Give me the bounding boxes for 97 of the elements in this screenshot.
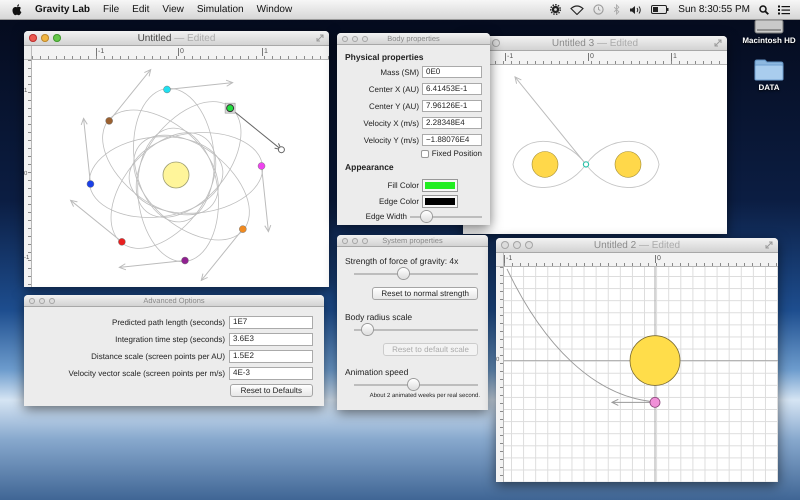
field-label: Edge Color (378, 197, 419, 206)
edited-status: — Edited (638, 240, 680, 250)
zoom-button[interactable] (362, 36, 368, 42)
clock-icon[interactable] (593, 4, 604, 15)
search-icon[interactable] (759, 4, 769, 14)
setting-label: Animation speed (345, 367, 410, 377)
close-button[interactable] (501, 241, 509, 249)
text-field[interactable]: 6.41453E-1 (422, 83, 482, 95)
section-heading: Appearance (345, 162, 395, 172)
field-label: Velocity Y (m/s) (362, 136, 419, 144)
bluetooth-icon[interactable] (613, 4, 620, 15)
field-label: Predicted path length (seconds) (111, 318, 225, 327)
menu-item[interactable]: File (103, 4, 120, 15)
text-field[interactable]: 1.5E2 (229, 350, 313, 363)
setting-label: Strength of force of gravity: 4x (345, 256, 460, 266)
text-field[interactable]: 3.6E3 (229, 333, 313, 346)
hard-drive-icon[interactable] (754, 20, 784, 34)
field-label: Mass (SM) (379, 68, 419, 76)
reset-button[interactable]: Reset to Defaults (230, 384, 313, 397)
planet-dot[interactable] (118, 238, 126, 246)
checkbox[interactable] (420, 150, 429, 158)
planet-dot[interactable] (86, 180, 94, 188)
zoom-button[interactable] (49, 298, 55, 304)
planet-dot[interactable] (239, 225, 247, 233)
text-field[interactable]: 4E-3 (229, 367, 313, 380)
speaker-icon[interactable] (629, 4, 642, 14)
reset-button[interactable]: Reset to normal strength (372, 287, 478, 300)
color-well[interactable] (422, 179, 458, 192)
text-field[interactable]: 1E7 (229, 316, 313, 329)
sun[interactable] (614, 151, 642, 178)
minimize-button[interactable] (41, 34, 49, 42)
close-button[interactable] (29, 298, 35, 304)
field-label: Velocity vector scale (screen points per m/s) (67, 369, 225, 378)
sun[interactable] (162, 162, 190, 188)
minimize-button[interactable] (513, 241, 521, 249)
field-label: Center Y (AU) (368, 102, 419, 110)
planet-dot[interactable] (105, 117, 113, 125)
minimize-button[interactable] (39, 298, 45, 304)
text-field[interactable]: 7.96126E-1 (422, 100, 482, 112)
drag-handle[interactable] (278, 146, 285, 154)
close-button[interactable] (342, 238, 348, 244)
planet-dot[interactable] (163, 86, 171, 94)
planet-dot[interactable] (181, 256, 189, 264)
field-label: Distance scale (screen points per AU) (90, 352, 225, 361)
setting-label: Body radius scale (345, 312, 414, 322)
battery-icon[interactable] (651, 5, 670, 14)
slider-thumb[interactable] (408, 379, 420, 390)
slider-thumb[interactable] (362, 324, 374, 335)
field-label: Center X (AU) (368, 84, 419, 94)
text-field[interactable]: −1.88076E4 (422, 134, 482, 146)
planet-dot[interactable] (650, 397, 660, 408)
slider-thumb[interactable] (421, 211, 432, 222)
menu-item[interactable]: Edit (132, 4, 150, 15)
gear-icon[interactable] (550, 4, 562, 15)
field-label: Velocity X (m/s) (362, 118, 419, 128)
text-field[interactable]: 0E0 (422, 66, 482, 78)
velocity-arrow (610, 398, 652, 406)
sun[interactable] (532, 151, 558, 178)
desktop-icon-label[interactable]: Macintosh HD (742, 36, 796, 45)
desktop-icon-label[interactable]: DATA (758, 83, 780, 92)
text-field[interactable]: 2.28348E4 (422, 117, 482, 129)
checkbox-label[interactable]: Fixed Position (432, 149, 482, 158)
edited-status: — Edited (596, 38, 638, 48)
window-title: Untitled 2 (594, 240, 636, 250)
section-heading: Physical properties (345, 52, 424, 62)
window-title: Untitled 3 (552, 38, 594, 48)
menu-item[interactable]: Window (256, 4, 292, 15)
minimize-button[interactable] (352, 36, 358, 42)
color-well[interactable] (422, 195, 458, 208)
field-label: Edge Width (364, 212, 407, 221)
slider-thumb[interactable] (398, 268, 410, 279)
fullscreen-icon[interactable] (316, 34, 324, 42)
planet-dot[interactable] (582, 161, 590, 168)
app-menu[interactable]: Gravity Lab (35, 4, 90, 15)
apple-icon[interactable] (12, 4, 22, 16)
menu-item[interactable]: Simulation (196, 4, 244, 15)
edited-status: — Edited (174, 32, 216, 44)
wifi-icon[interactable] (570, 4, 584, 14)
zoom-button[interactable] (362, 238, 368, 244)
list-icon[interactable] (778, 4, 790, 14)
fullscreen-icon[interactable] (714, 39, 722, 47)
menu-item[interactable]: View (162, 4, 184, 15)
close-button[interactable] (342, 36, 348, 42)
menu-clock[interactable]: Sun 8:30:55 PM (678, 4, 750, 15)
window-title: Untitled (138, 32, 172, 44)
folder-icon[interactable] (754, 59, 784, 81)
zoom-button[interactable] (53, 34, 61, 42)
planet-dot[interactable] (258, 162, 266, 170)
fullscreen-icon[interactable] (765, 241, 773, 249)
zoom-button[interactable] (525, 241, 533, 249)
close-button[interactable] (29, 34, 37, 42)
field-label: Integration time step (seconds) (114, 335, 225, 344)
planet-dot[interactable] (226, 104, 234, 112)
sun[interactable] (630, 335, 680, 386)
zoom-button[interactable] (492, 39, 500, 47)
field-label: Fill Color (386, 181, 419, 190)
minimize-button[interactable] (352, 238, 358, 244)
